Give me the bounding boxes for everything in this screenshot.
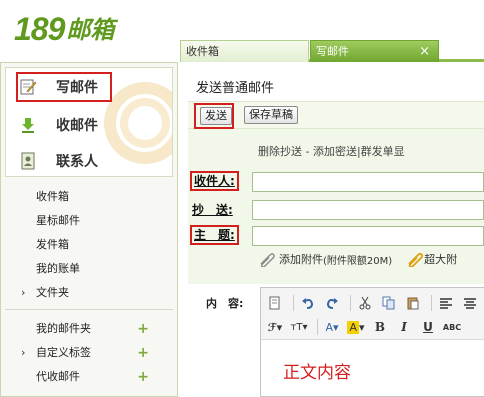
logo: 189 邮箱 xyxy=(14,6,114,46)
folder-inbox[interactable]: 收件箱 xyxy=(1,185,177,209)
compose-panel: 发送普通邮件 发送 保存草稿 删除抄送 - 添加密送|群发单显 收件人: 抄 送… xyxy=(180,65,484,397)
bold-icon[interactable]: B xyxy=(370,318,390,336)
cc-label: 抄 送: xyxy=(192,203,233,217)
editor-toolbar-row: ℱ▾ ᴛT▾ A▾ A ▾ B I U ABC xyxy=(265,316,466,338)
paste-icon[interactable] xyxy=(403,294,423,312)
editor-toolbar: ℱ▾ ᴛT▾ A▾ A ▾ B I U ABC xyxy=(261,288,484,340)
paperclip-icon xyxy=(258,251,276,268)
highlight-color-icon[interactable]: A ▾ xyxy=(346,318,366,336)
decorative-swirl-inner xyxy=(120,98,170,148)
add-collected-icon[interactable]: + xyxy=(137,365,149,389)
tab-compose-label: 写邮件 xyxy=(316,45,349,58)
logo-name: 邮箱 xyxy=(66,16,115,44)
page-title: 发送普通邮件 xyxy=(196,81,275,96)
toolbar-separator xyxy=(350,295,351,311)
tab-inbox[interactable]: 收件箱 xyxy=(180,40,309,62)
cc-row: 抄 送: xyxy=(188,199,484,221)
tab-bar: 收件箱 写邮件 × xyxy=(180,40,484,62)
sidebar-actions: 写邮件 收邮件 联系人 xyxy=(5,67,173,177)
rich-text-editor[interactable]: ℱ▾ ᴛT▾ A▾ A ▾ B I U ABC 正文内容 xyxy=(260,287,484,397)
contacts-label: 联系人 xyxy=(56,154,98,170)
folder-outbox-label: 发件箱 xyxy=(36,238,69,251)
cut-icon[interactable] xyxy=(355,294,375,312)
folder-outbox[interactable]: 发件箱 xyxy=(1,233,177,257)
compose-toolbar: 发送 保存草稿 xyxy=(188,101,484,129)
folder-folders[interactable]: › 文件夹 xyxy=(1,281,177,305)
contacts-button[interactable]: 联系人 xyxy=(18,146,98,176)
sidebar-divider xyxy=(5,309,173,310)
big-attachment-link[interactable]: 超大附 xyxy=(406,251,457,267)
folder-bills-label: 我的账单 xyxy=(36,262,80,275)
write-mail-label: 写邮件 xyxy=(56,80,98,96)
align-center-icon[interactable] xyxy=(460,294,480,312)
add-folder-icon[interactable]: + xyxy=(137,317,149,341)
download-icon xyxy=(18,115,38,135)
folder-custom-tags-label: 自定义标签 xyxy=(36,346,91,359)
sidebar: 写邮件 收邮件 联系人 收件箱 星标邮件 发件箱 我的账单 › 文件夹 我的邮件… xyxy=(0,62,178,397)
italic-icon[interactable]: I xyxy=(394,318,414,336)
attachment-row: 添加附件 (附件限额20M) 超大附 xyxy=(258,251,457,268)
subject-label: 主 题: xyxy=(190,225,239,245)
folder-collected-mail-label: 代收邮件 xyxy=(36,370,80,383)
to-label: 收件人: xyxy=(190,171,239,191)
contacts-icon xyxy=(18,151,38,171)
add-attachment-link[interactable]: 添加附件 xyxy=(279,251,323,267)
folder-my-mail-folders[interactable]: 我的邮件夹 + xyxy=(1,317,177,341)
expand-arrow-icon[interactable]: › xyxy=(21,341,25,365)
underline-icon[interactable]: U xyxy=(418,318,438,336)
add-bcc-link[interactable]: 添加密送 xyxy=(313,145,357,158)
folder-starred-label: 星标邮件 xyxy=(36,214,80,227)
content-label: 内 容: xyxy=(206,297,244,310)
recipient-links: 删除抄送 - 添加密送|群发单显 xyxy=(258,143,405,159)
mass-send-link[interactable]: 群发单显 xyxy=(361,145,405,158)
folder-collected-mail[interactable]: 代收邮件 + xyxy=(1,365,177,389)
folder-folders-label: 文件夹 xyxy=(36,286,69,299)
subject-row: 主 题: xyxy=(188,225,484,247)
cc-field[interactable] xyxy=(252,200,484,220)
send-button[interactable]: 发送 xyxy=(200,107,232,125)
to-row: 收件人: xyxy=(188,171,484,193)
font-family-icon[interactable]: ℱ▾ xyxy=(265,318,285,336)
source-icon[interactable] xyxy=(265,294,285,312)
link-separator: - xyxy=(302,145,313,158)
copy-icon[interactable] xyxy=(379,294,399,312)
attachment-limit: (附件限额20M) xyxy=(323,255,393,267)
font-color-icon[interactable]: A▾ xyxy=(322,318,342,336)
editor-body-text[interactable]: 正文内容 xyxy=(283,358,351,383)
write-icon xyxy=(18,77,38,97)
editor-toolbar-row xyxy=(265,292,484,314)
big-attachment-icon xyxy=(408,252,424,267)
folder-bills[interactable]: 我的账单 xyxy=(1,257,177,281)
folder-my-mail-folders-label: 我的邮件夹 xyxy=(36,322,91,335)
receive-mail-label: 收邮件 xyxy=(56,118,98,134)
strikethrough-icon[interactable]: ABC xyxy=(442,318,462,336)
add-tag-icon[interactable]: + xyxy=(137,341,149,365)
tab-inbox-label: 收件箱 xyxy=(186,45,219,58)
undo-icon[interactable] xyxy=(298,294,318,312)
folder-inbox-label: 收件箱 xyxy=(36,190,69,203)
big-attachment-label: 超大附 xyxy=(424,253,458,266)
save-draft-button[interactable]: 保存草稿 xyxy=(244,106,298,124)
toolbar-separator xyxy=(431,295,432,311)
send-highlight: 发送 xyxy=(194,103,234,129)
align-left-icon[interactable] xyxy=(436,294,456,312)
tab-compose[interactable]: 写邮件 × xyxy=(310,40,439,62)
to-field[interactable] xyxy=(252,172,484,192)
subject-field[interactable] xyxy=(252,226,484,246)
remove-cc-link[interactable]: 删除抄送 xyxy=(258,145,302,158)
expand-arrow-icon[interactable]: › xyxy=(21,281,25,305)
font-size-icon[interactable]: ᴛT▾ xyxy=(289,318,309,336)
toolbar-separator xyxy=(317,319,318,335)
write-mail-button[interactable]: 写邮件 xyxy=(16,72,112,102)
receive-mail-button[interactable]: 收邮件 xyxy=(18,110,98,140)
logo-number: 189 xyxy=(14,11,65,47)
folder-starred[interactable]: 星标邮件 xyxy=(1,209,177,233)
close-icon[interactable]: × xyxy=(419,41,430,62)
folder-custom-tags[interactable]: › 自定义标签 + xyxy=(1,341,177,365)
toolbar-separator xyxy=(293,295,294,311)
redo-icon[interactable] xyxy=(322,294,342,312)
